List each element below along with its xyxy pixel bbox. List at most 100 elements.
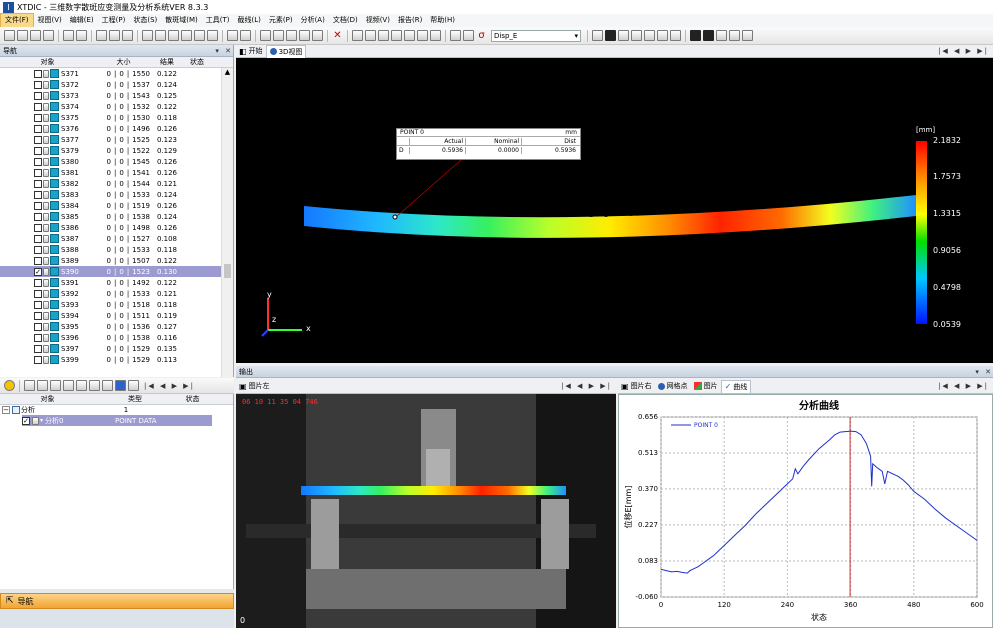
point-info-box[interactable]: POINT 0 mm Actual Nominal Dist D 0.5936 … — [396, 128, 581, 160]
lock-icon[interactable] — [43, 322, 49, 331]
nav-row[interactable]: S384 0 | 0 | 1519 0.126 — [0, 200, 221, 211]
lock-icon[interactable] — [32, 416, 39, 425]
mesh-icon[interactable] — [592, 30, 603, 41]
cube-back-icon[interactable] — [378, 30, 389, 41]
elements-item-row[interactable]: ✓ ▾ 分析0 POINT DATA — [22, 415, 212, 426]
point0-marker[interactable] — [392, 214, 398, 220]
elements-item-checkbox[interactable]: ✓ — [22, 416, 30, 425]
lock-icon[interactable] — [43, 355, 49, 364]
save-as-icon[interactable] — [43, 30, 54, 41]
nav-row-checkbox[interactable] — [34, 146, 42, 155]
nav-row[interactable]: S386 0 | 0 | 1498 0.126 — [0, 222, 221, 233]
tab-start[interactable]: ◧ 开始 — [236, 45, 266, 58]
menu-item[interactable]: 分析(A) — [297, 14, 329, 27]
nav-row-checkbox[interactable] — [34, 234, 42, 243]
nav-row-checkbox[interactable] — [34, 80, 42, 89]
lock-icon[interactable] — [43, 157, 49, 166]
lock-icon[interactable] — [43, 179, 49, 188]
nav-row-checkbox[interactable] — [34, 91, 42, 100]
lock-icon[interactable] — [43, 190, 49, 199]
lock-icon[interactable] — [43, 223, 49, 232]
lock-icon[interactable] — [43, 146, 49, 155]
document-icon[interactable] — [76, 30, 87, 41]
menu-item[interactable]: 工程(P) — [98, 14, 130, 27]
nav-row[interactable]: ✓ S390 0 | 0 | 1523 0.130 — [0, 266, 221, 277]
select-icon[interactable] — [260, 30, 271, 41]
tab-image-right[interactable]: ▣ 图片右 — [618, 380, 655, 393]
nav-row-checkbox[interactable] — [34, 333, 42, 342]
info-icon[interactable] — [4, 380, 15, 391]
elements-col-type[interactable]: 类型 — [95, 394, 175, 404]
lock-icon[interactable] — [43, 201, 49, 210]
col-size[interactable]: 大小 — [95, 57, 152, 67]
resize-icon[interactable] — [657, 30, 668, 41]
menu-item[interactable]: 状态(S) — [129, 14, 161, 27]
lock-icon[interactable] — [43, 311, 49, 320]
nav-row-checkbox[interactable] — [34, 344, 42, 353]
image-left-canvas[interactable]: 06 10 11 35 04 746 0 — [236, 394, 616, 628]
delete-icon[interactable]: ✕ — [332, 30, 343, 41]
move-icon[interactable] — [286, 30, 297, 41]
pattern-icon[interactable] — [207, 30, 218, 41]
menu-item[interactable]: 散斑域(M) — [161, 14, 202, 27]
nav-row[interactable]: S376 0 | 0 | 1496 0.126 — [0, 123, 221, 134]
project-icon[interactable] — [63, 30, 74, 41]
tab-grid-points[interactable]: 网格点 — [655, 380, 691, 393]
hand-icon[interactable] — [312, 30, 323, 41]
sync-icon[interactable] — [168, 30, 179, 41]
nav-row[interactable]: S397 0 | 0 | 1529 0.135 — [0, 343, 221, 354]
lock-icon[interactable] — [43, 102, 49, 111]
lock-icon[interactable] — [43, 212, 49, 221]
bottom-nav-tab[interactable]: ⇱ 导航 — [0, 593, 234, 609]
export-icon[interactable] — [76, 380, 87, 391]
dropdown-arrow-icon[interactable]: ▾ — [40, 417, 43, 424]
arrows-icon[interactable] — [631, 30, 642, 41]
lock-icon[interactable] — [43, 289, 49, 298]
split-icon[interactable] — [128, 380, 139, 391]
export-image-icon[interactable] — [742, 30, 753, 41]
image-stack-icon[interactable] — [240, 30, 251, 41]
menu-item[interactable]: 文件(F) — [0, 13, 34, 28]
edit-icon[interactable] — [102, 380, 113, 391]
lock-icon[interactable] — [43, 113, 49, 122]
col-object[interactable]: 对象 — [0, 57, 95, 67]
elements-group-row[interactable]: − 分析 1 — [0, 405, 233, 415]
nav-scrollbar-thumb[interactable] — [224, 264, 231, 278]
nav-row-checkbox[interactable] — [34, 212, 42, 221]
nav-row-checkbox[interactable] — [34, 322, 42, 331]
nav-row[interactable]: S371 0 | 0 | 1550 0.122 — [0, 68, 221, 79]
nav-row[interactable]: S382 0 | 0 | 1544 0.121 — [0, 178, 221, 189]
view3d-nav-arrows[interactable]: |◀ ◀ ▶ ▶| — [938, 47, 989, 55]
pointer-icon[interactable] — [463, 30, 474, 41]
lightning-icon[interactable] — [96, 30, 107, 41]
lock-icon[interactable] — [43, 278, 49, 287]
tab-curve[interactable]: ✓ 曲线 — [720, 379, 752, 393]
lock-icon[interactable] — [43, 333, 49, 342]
nav-row-checkbox[interactable] — [34, 124, 42, 133]
view3d-canvas[interactable]: POINT 0 mm Actual Nominal Dist D 0.5936 … — [236, 58, 993, 363]
lock-icon[interactable] — [43, 135, 49, 144]
save-icon[interactable] — [30, 30, 41, 41]
scale-icon[interactable] — [644, 30, 655, 41]
cancel-icon[interactable] — [155, 30, 166, 41]
image-icon[interactable] — [227, 30, 238, 41]
nav-row-checkbox[interactable] — [34, 355, 42, 364]
grid-icon[interactable] — [37, 380, 48, 391]
lightning-off-icon[interactable] — [109, 30, 120, 41]
image-icon[interactable] — [63, 380, 74, 391]
right-panel-nav-arrows[interactable]: |◀ ◀ ▶ ▶| — [938, 382, 989, 390]
image-left-nav-arrows[interactable]: |◀ ◀ ▶ ▶| — [561, 382, 612, 390]
tab-image-left[interactable]: ▣ 图片左 — [236, 380, 273, 393]
lock-icon[interactable] — [43, 267, 49, 276]
camera-icon[interactable] — [89, 380, 100, 391]
col-result[interactable]: 结果 — [152, 57, 182, 67]
cube-front-icon[interactable] — [365, 30, 376, 41]
nav-row[interactable]: S395 0 | 0 | 1536 0.127 — [0, 321, 221, 332]
nav-row-checkbox[interactable] — [34, 311, 42, 320]
nav-row[interactable]: S393 0 | 0 | 1518 0.118 — [0, 299, 221, 310]
lock-icon[interactable] — [43, 256, 49, 265]
nav-row[interactable]: S394 0 | 0 | 1511 0.119 — [0, 310, 221, 321]
nav-row[interactable]: S383 0 | 0 | 1533 0.124 — [0, 189, 221, 200]
nav-row-checkbox[interactable] — [34, 245, 42, 254]
menu-item[interactable]: 视频(V) — [362, 14, 394, 27]
